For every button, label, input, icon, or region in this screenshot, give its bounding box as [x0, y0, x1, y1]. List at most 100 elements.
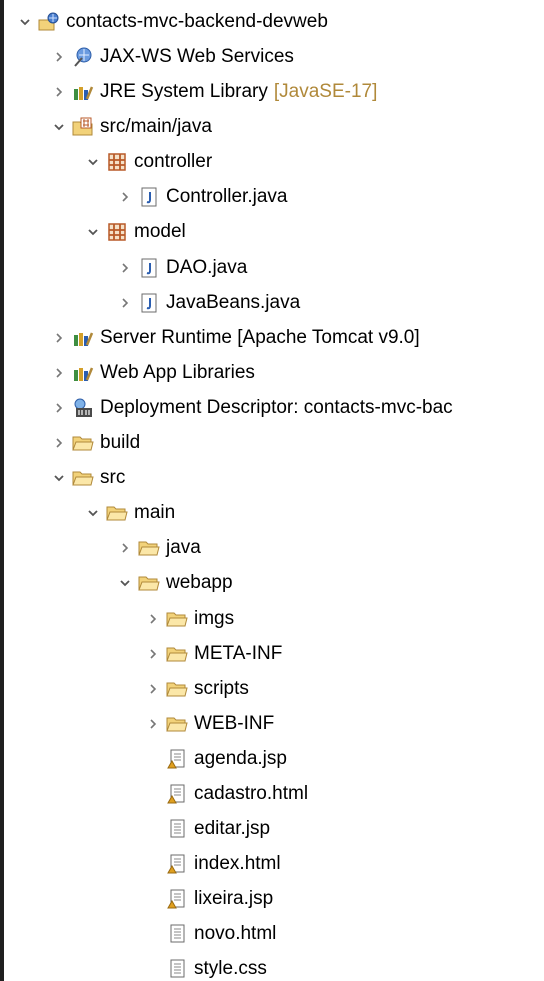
folder-icon — [72, 432, 94, 454]
chevron-right-icon[interactable] — [144, 715, 162, 733]
chevron-right-icon[interactable] — [50, 364, 68, 382]
tree-item-label: model — [134, 220, 186, 242]
tree-item-dao-java[interactable]: DAO.java — [116, 250, 544, 285]
tree-item-meta-inf[interactable]: META-INF — [144, 636, 544, 671]
tree-item-java-folder[interactable]: java — [116, 530, 544, 565]
tree-item-label: Server Runtime [Apache Tomcat v9.0] — [100, 326, 420, 348]
tree-item-label: contacts-mvc-backend-devweb — [66, 10, 328, 32]
tree-item-label: agenda.jsp — [194, 747, 287, 769]
tree-item-label: src/main/java — [100, 115, 212, 137]
tree-item-web-inf[interactable]: WEB-INF — [144, 706, 544, 741]
chevron-right-icon[interactable] — [144, 610, 162, 628]
web-file-icon — [166, 853, 188, 875]
tree-item-label: imgs — [194, 607, 235, 629]
chevron-right-icon[interactable] — [50, 83, 68, 101]
tree-item-scripts[interactable]: scripts — [144, 671, 544, 706]
tree-item-label: novo.html — [194, 922, 277, 944]
tree-item-cadastro-html[interactable]: cadastro.html — [144, 776, 544, 811]
web-file-icon — [166, 748, 188, 770]
chevron-down-icon[interactable] — [16, 13, 34, 31]
package-icon — [106, 221, 128, 243]
tree-item-label: webapp — [166, 571, 233, 593]
chevron-right-icon[interactable] — [50, 329, 68, 347]
chevron-down-icon[interactable] — [84, 504, 102, 522]
chevron-right-icon[interactable] — [116, 539, 134, 557]
project-explorer-tree: contacts-mvc-backend-devweb JAX-WS Web S… — [4, 0, 544, 981]
chevron-right-icon[interactable] — [144, 680, 162, 698]
tree-item-src-main-java[interactable]: src/main/java — [50, 109, 544, 144]
tree-item-label: java — [166, 536, 201, 558]
folder-icon — [166, 678, 188, 700]
tree-item-label: Deployment Descriptor: contacts-mvc-bac — [100, 396, 453, 418]
chevron-right-icon[interactable] — [116, 294, 134, 312]
tree-item-label: JRE System Library — [100, 80, 268, 102]
tree-item-package-model[interactable]: model — [84, 214, 544, 249]
chevron-right-icon[interactable] — [116, 259, 134, 277]
tree-item-label: lixeira.jsp — [194, 887, 274, 909]
web-file-icon — [166, 783, 188, 805]
tree-item-editar-jsp[interactable]: editar.jsp — [144, 811, 544, 846]
tree-item-label: style.css — [194, 957, 267, 979]
tree-item-label: editar.jsp — [194, 817, 271, 839]
tree-item-decoration: [JavaSE-17] — [273, 80, 378, 102]
chevron-down-icon[interactable] — [50, 118, 68, 136]
library-icon — [72, 81, 94, 103]
folder-icon — [166, 608, 188, 630]
chevron-down-icon[interactable] — [84, 153, 102, 171]
folder-icon — [166, 713, 188, 735]
java-file-icon — [138, 186, 160, 208]
tree-item-label: JAX-WS Web Services — [100, 45, 294, 67]
tree-item-label: index.html — [194, 852, 281, 874]
deployment-descriptor-icon — [72, 397, 94, 419]
package-icon — [106, 151, 128, 173]
tree-item-label: src — [100, 466, 126, 488]
folder-icon — [72, 467, 94, 489]
tree-item-controller-java[interactable]: Controller.java — [116, 179, 544, 214]
text-file-icon — [166, 923, 188, 945]
tree-item-project[interactable]: contacts-mvc-backend-devweb — [16, 4, 544, 39]
tree-item-agenda-jsp[interactable]: agenda.jsp — [144, 741, 544, 776]
library-icon — [72, 327, 94, 349]
tree-item-web-app-libraries[interactable]: Web App Libraries — [50, 355, 544, 390]
tree-item-label: WEB-INF — [194, 712, 275, 734]
tree-item-label: Controller.java — [166, 185, 288, 207]
tree-item-label: Web App Libraries — [100, 361, 255, 383]
folder-icon — [106, 502, 128, 524]
web-services-icon — [72, 46, 94, 68]
text-file-icon — [166, 818, 188, 840]
project-icon — [38, 11, 60, 33]
tree-item-src[interactable]: src — [50, 460, 544, 495]
tree-item-label: cadastro.html — [194, 782, 309, 804]
tree-item-style-css[interactable]: style.css — [144, 951, 544, 981]
chevron-right-icon[interactable] — [116, 188, 134, 206]
tree-item-javabeans-java[interactable]: JavaBeans.java — [116, 285, 544, 320]
chevron-down-icon[interactable] — [50, 469, 68, 487]
tree-item-jre-library[interactable]: JRE System Library [JavaSE-17] — [50, 74, 544, 109]
tree-item-jax-ws[interactable]: JAX-WS Web Services — [50, 39, 544, 74]
chevron-right-icon[interactable] — [50, 399, 68, 417]
tree-item-lixeira-jsp[interactable]: lixeira.jsp — [144, 881, 544, 916]
tree-item-webapp[interactable]: webapp — [116, 565, 544, 600]
text-file-icon — [166, 958, 188, 980]
chevron-down-icon[interactable] — [116, 574, 134, 592]
tree-item-index-html[interactable]: index.html — [144, 846, 544, 881]
java-file-icon — [138, 257, 160, 279]
chevron-down-icon[interactable] — [84, 223, 102, 241]
chevron-right-icon[interactable] — [144, 645, 162, 663]
tree-item-label: JavaBeans.java — [166, 291, 301, 313]
folder-icon — [138, 537, 160, 559]
tree-item-label: main — [134, 501, 176, 523]
tree-item-imgs[interactable]: imgs — [144, 601, 544, 636]
tree-item-package-controller[interactable]: controller — [84, 144, 544, 179]
tree-item-build[interactable]: build — [50, 425, 544, 460]
tree-item-label: DAO.java — [166, 256, 248, 278]
chevron-right-icon[interactable] — [50, 434, 68, 452]
folder-icon — [138, 572, 160, 594]
tree-item-novo-html[interactable]: novo.html — [144, 916, 544, 951]
tree-item-deployment-descriptor[interactable]: Deployment Descriptor: contacts-mvc-bac — [50, 390, 544, 425]
tree-item-main[interactable]: main — [84, 495, 544, 530]
chevron-right-icon[interactable] — [50, 48, 68, 66]
folder-icon — [166, 643, 188, 665]
tree-item-server-runtime[interactable]: Server Runtime [Apache Tomcat v9.0] — [50, 320, 544, 355]
library-icon — [72, 362, 94, 384]
